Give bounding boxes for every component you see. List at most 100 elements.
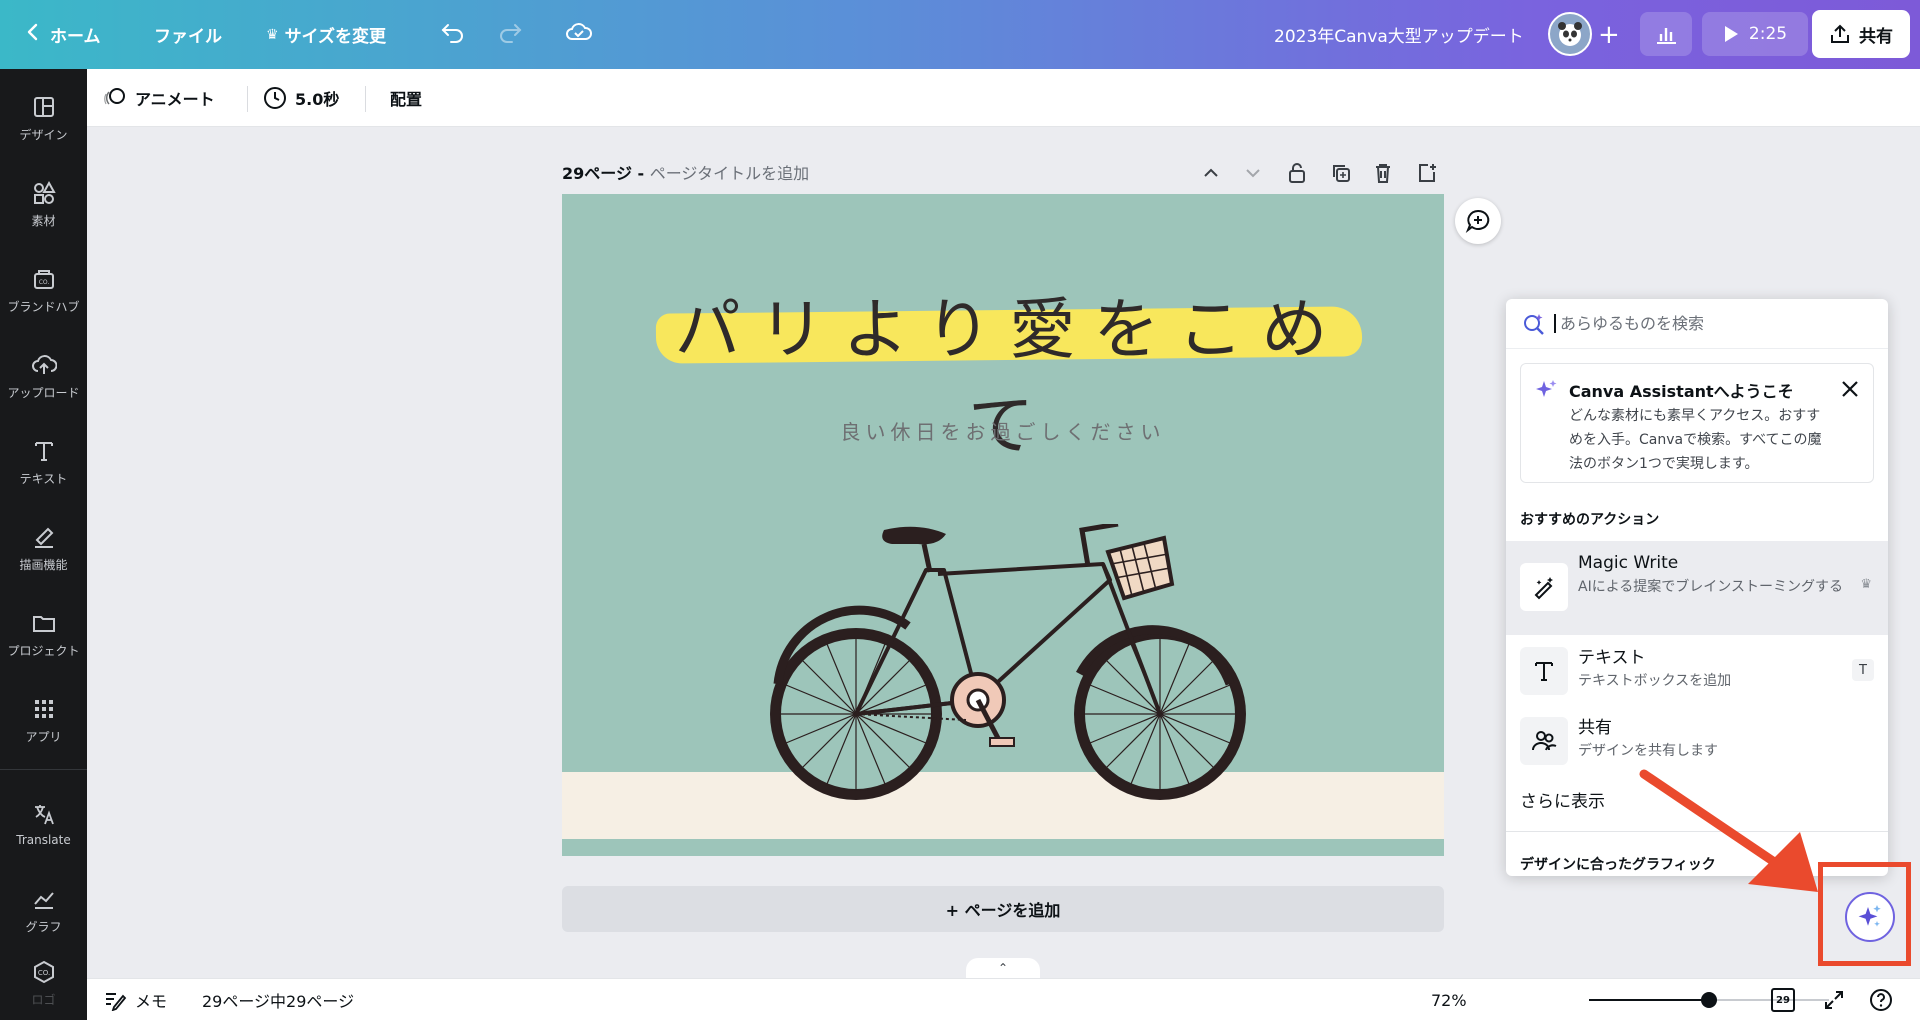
insights-button[interactable] — [1640, 12, 1692, 56]
folder-icon — [32, 615, 55, 632]
layout-icon — [33, 96, 54, 117]
sparkle-icon — [1536, 380, 1557, 397]
resize-button[interactable]: ♛ サイズを変更 — [266, 0, 386, 69]
show-more-link[interactable]: さらに表示 — [1520, 787, 1605, 812]
toolbar-divider — [365, 86, 366, 112]
sidebar-item-label: アプリ — [25, 729, 62, 744]
file-menu-button[interactable]: ファイル — [154, 0, 222, 69]
sidebar-item-design[interactable]: デザイン — [0, 75, 87, 161]
avatar[interactable] — [1548, 12, 1592, 56]
move-page-down-button[interactable] — [1238, 158, 1268, 188]
page-title-input[interactable]: ページタイトルを追加 — [650, 164, 809, 183]
position-button[interactable]: 配置 — [390, 69, 422, 127]
sidebar-divider — [0, 769, 87, 770]
sidebar-item-uploads[interactable]: アップロード — [0, 333, 87, 419]
elements-icon — [33, 180, 56, 204]
add-comment-button[interactable] — [1455, 198, 1501, 244]
present-button[interactable]: 2:25 — [1702, 12, 1808, 56]
home-label: ホーム — [50, 27, 101, 47]
zoom-text: 72% — [1431, 990, 1467, 1010]
animate-icon — [104, 88, 125, 105]
top-bar: ホーム ファイル ♛ サイズを変更 2023年Canva大型アップデート + 2… — [0, 0, 1920, 69]
add-page-label: + ページを追加 — [945, 901, 1061, 920]
sidebar-item-draw[interactable]: 描画機能 — [0, 505, 87, 591]
move-page-up-button[interactable] — [1196, 158, 1226, 188]
zoom-slider-fill — [1589, 999, 1709, 1001]
sidebar-item-label: 描画機能 — [19, 557, 68, 572]
comment-add-icon — [1465, 209, 1490, 233]
collapse-pages-button[interactable]: ⌃ — [966, 958, 1040, 978]
fullscreen-button[interactable] — [1823, 979, 1845, 1020]
assistant-search-bar — [1506, 299, 1888, 349]
add-page-icon — [1419, 164, 1436, 182]
sidebar-item-elements[interactable]: 素材 — [0, 161, 87, 247]
share-label: 共有 — [1859, 26, 1893, 47]
file-label: ファイル — [154, 27, 222, 47]
notes-button[interactable]: メモ — [103, 979, 167, 1020]
sidebar-item-translate[interactable]: Translate — [0, 781, 87, 867]
sidebar-item-label: グラフ — [25, 919, 62, 934]
redo-button[interactable] — [497, 0, 523, 69]
document-title-text: 2023年Canva大型アップデート — [1274, 27, 1524, 47]
share-button[interactable]: 共有 — [1812, 10, 1910, 58]
panda-avatar-icon — [1558, 22, 1582, 46]
assistant-search-input[interactable] — [1554, 314, 1864, 333]
zoom-slider-handle[interactable] — [1701, 992, 1717, 1008]
sidebar-item-logo[interactable]: CO. ロゴ — [0, 953, 87, 1013]
shortcut-key: T — [1852, 659, 1874, 681]
sidebar-item-projects[interactable]: プロジェクト — [0, 591, 87, 677]
chevron-left-icon — [26, 22, 40, 47]
duplicate-page-button[interactable] — [1326, 158, 1356, 188]
home-button[interactable]: ホーム — [26, 0, 101, 69]
toolbar-divider — [247, 86, 248, 112]
page-grid-button[interactable]: 29 — [1771, 979, 1795, 1020]
sidebar-item-apps[interactable]: アプリ — [0, 677, 87, 763]
action-title: Magic Write — [1578, 553, 1679, 573]
document-title[interactable]: 2023年Canva大型アップデート — [1274, 0, 1524, 69]
svg-text:CO.: CO. — [37, 969, 49, 977]
text-icon — [1520, 647, 1568, 695]
sidebar-item-text[interactable]: テキスト — [0, 419, 87, 505]
add-page-button[interactable]: + ページを追加 — [562, 886, 1444, 932]
delete-page-button[interactable] — [1368, 158, 1398, 188]
animate-button[interactable]: アニメート — [103, 69, 215, 127]
help-button[interactable] — [1869, 979, 1893, 1020]
sidebar-item-label: Translate — [16, 833, 71, 847]
close-icon — [1842, 381, 1858, 397]
magic-write-icon — [1520, 563, 1568, 611]
add-collaborator-button[interactable]: + — [1598, 0, 1620, 69]
canvas-subtitle[interactable]: 良い休日をお過ごしください — [562, 416, 1444, 445]
crown-icon: ♛ — [1860, 577, 1872, 592]
crown-icon: ♛ — [266, 26, 279, 43]
bicycle-illustration[interactable] — [768, 524, 1248, 824]
action-text[interactable]: テキスト テキストボックスを追加 T — [1506, 639, 1888, 705]
draw-icon — [34, 527, 53, 548]
undo-icon — [440, 21, 466, 48]
action-magic-write[interactable]: Magic Write AIによる提案でブレインストーミングする ♛ — [1506, 541, 1888, 635]
play-time: 2:25 — [1748, 24, 1788, 44]
bar-chart-icon — [1657, 28, 1676, 44]
close-welcome-button[interactable] — [1839, 378, 1861, 400]
svg-text:CO.: CO. — [38, 279, 49, 286]
zoom-percentage[interactable]: 72% — [1431, 979, 1467, 1020]
undo-button[interactable] — [440, 0, 466, 69]
sparkle-icon — [1858, 905, 1881, 927]
translate-icon — [34, 805, 54, 825]
resize-label: サイズを変更 — [284, 27, 387, 47]
action-title: 共有 — [1578, 718, 1612, 738]
notes-icon — [106, 993, 127, 1011]
help-icon — [1870, 989, 1892, 1011]
sidebar-item-chart[interactable]: グラフ — [0, 867, 87, 953]
canva-assistant-button[interactable] — [1845, 892, 1895, 942]
redo-icon — [497, 21, 523, 48]
add-page-after-button[interactable] — [1412, 158, 1442, 188]
lock-page-button[interactable] — [1282, 158, 1312, 188]
duration-button[interactable]: 5.0秒 — [263, 69, 339, 127]
cloud-save-button[interactable] — [565, 0, 593, 69]
logo-icon: CO. — [33, 960, 54, 983]
sidebar-item-brand-hub[interactable]: CO. ブランドハブ — [0, 247, 87, 333]
welcome-title: Canva Assistantへようこそ — [1569, 382, 1794, 401]
red-arrow-annotation — [1639, 769, 1818, 892]
design-canvas[interactable]: パリより愛をこめて 良い休日をお過ごしください — [562, 194, 1444, 856]
sidebar-item-label: 素材 — [31, 213, 56, 228]
